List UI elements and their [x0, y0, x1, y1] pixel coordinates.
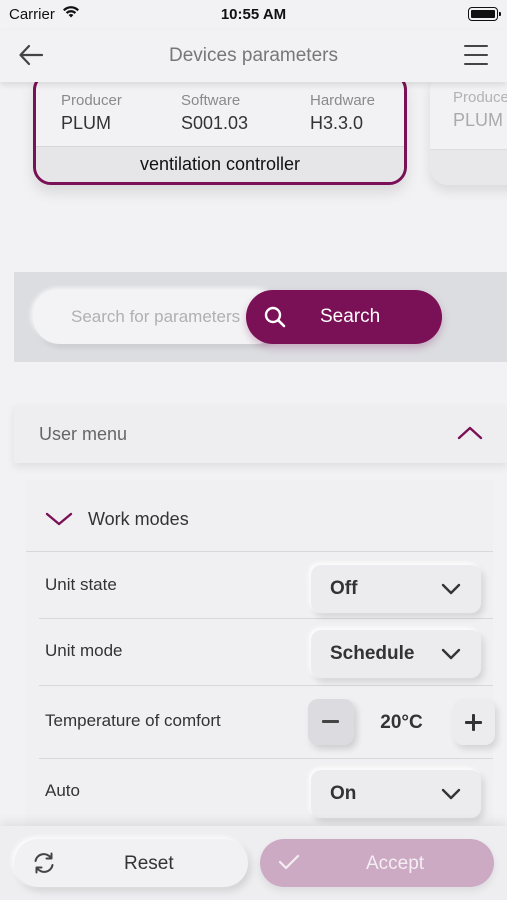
producer-value: PLUM — [61, 113, 112, 133]
status-bar: Carrier 10:55 AM — [0, 0, 507, 30]
clock: 10:55 AM — [220, 6, 287, 23]
device-name-footer — [430, 149, 507, 185]
param-label: Unit state — [45, 575, 117, 594]
user-menu-label: User menu — [39, 424, 128, 444]
dropdown-value: Schedule — [330, 643, 415, 664]
param-label: Unit mode — [45, 641, 123, 660]
refresh-icon — [34, 852, 54, 874]
nav-bar: Devices parameters — [0, 30, 507, 82]
user-menu-header[interactable]: User menu — [14, 405, 507, 463]
producer-label: Producer — [61, 92, 122, 109]
chevron-up-icon[interactable] — [457, 423, 483, 443]
chevron-down-icon[interactable] — [44, 510, 74, 528]
hardware-column: Hardware H3.3.0 — [310, 92, 375, 134]
hardware-value: H3.3.0 — [310, 113, 364, 133]
dropdown-value: On — [330, 783, 357, 804]
param-row-temperature: Temperature of comfort 20°C — [39, 687, 495, 759]
device-carousel[interactable]: Producer PLUM Software S001.03 Hardware … — [0, 82, 507, 212]
device-name: ventilation controller — [36, 146, 404, 182]
accept-button-label: Accept — [366, 853, 425, 874]
battery-icon — [468, 7, 501, 21]
software-value: S001.03 — [181, 113, 249, 133]
bottom-action-bar: Reset Accept — [0, 826, 507, 900]
param-label: Temperature of comfort — [45, 711, 221, 730]
reset-button-label: Reset — [124, 853, 174, 874]
producer-label: Produce — [453, 89, 507, 106]
search-icon — [264, 306, 286, 328]
stepper-value: 20°C — [380, 712, 423, 733]
producer-column: Produce PLUM — [453, 89, 507, 131]
hardware-label: Hardware — [310, 92, 376, 109]
software-label: Software — [181, 92, 241, 109]
auto-dropdown[interactable]: On — [311, 770, 481, 818]
producer-column: Producer PLUM — [61, 92, 122, 134]
device-card-selected[interactable]: Producer PLUM Software S001.03 Hardware … — [33, 82, 407, 185]
hamburger-menu-icon[interactable] — [463, 42, 489, 68]
increment-button[interactable] — [453, 699, 495, 745]
unit-state-dropdown[interactable]: Off — [311, 565, 481, 613]
work-modes-label: Work modes — [88, 509, 189, 529]
decrement-button[interactable] — [308, 699, 354, 745]
dropdown-value: Off — [330, 578, 358, 599]
producer-value: PLUM — [453, 110, 504, 130]
param-label: Auto — [45, 781, 80, 800]
device-card-next[interactable]: Produce PLUM — [430, 82, 507, 185]
accept-button[interactable]: Accept — [260, 839, 494, 887]
param-row-unit-state: Unit state Off — [39, 553, 493, 619]
page-title: Devices parameters — [169, 45, 338, 66]
temperature-stepper: 20°C — [308, 699, 495, 745]
chevron-down-icon — [441, 788, 461, 800]
software-column: Software S001.03 — [181, 92, 248, 134]
work-modes-card: Work modes Unit state Off Unit mode Sche… — [26, 480, 495, 840]
work-modes-header[interactable]: Work modes — [26, 480, 493, 552]
search-button-label: Search — [320, 306, 381, 327]
chevron-down-icon — [441, 583, 461, 595]
param-row-unit-mode: Unit mode Schedule — [39, 620, 493, 686]
chevron-down-icon — [441, 648, 461, 660]
search-section: Search — [14, 272, 507, 362]
reset-button[interactable]: Reset — [14, 839, 248, 887]
search-button[interactable]: Search — [246, 290, 442, 344]
unit-mode-dropdown[interactable]: Schedule — [311, 630, 481, 678]
checkmark-icon — [278, 854, 300, 870]
